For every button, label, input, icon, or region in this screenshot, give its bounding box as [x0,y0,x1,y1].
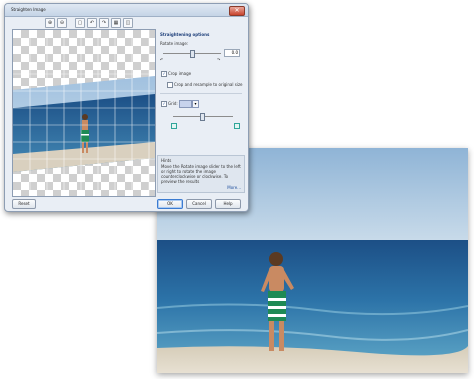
rotate-right-icon[interactable]: ↷ [99,18,109,28]
title-bar[interactable]: Straighten Image ✕ [5,4,248,17]
cancel-button[interactable]: Cancel [186,199,212,209]
rotate-image-label: Rotate image: [160,41,189,46]
fit-icon[interactable]: ▢ [75,18,85,28]
grid-size-slider-thumb[interactable] [200,113,205,121]
grid-color-swatch[interactable] [179,100,192,108]
toolbar: ⊕ ⊖ ▢ ↶ ↷ ▦ ◫ [45,18,133,28]
compare-icon[interactable]: ◫ [123,18,133,28]
zoom-out-icon[interactable]: ⊖ [57,18,67,28]
rotate-value-field[interactable]: 0.0 [224,49,240,57]
tilted-photo-preview [13,30,155,196]
reset-button[interactable]: Reset [12,199,36,209]
ok-button[interactable]: OK [157,199,183,209]
crop-image-label: Crop image [168,71,192,76]
chevron-down-icon: ▾ [194,101,197,106]
rotate-ccw-icon: ↶ [160,57,164,62]
help-button[interactable]: Help [215,199,241,209]
grid-color-dropdown[interactable]: ▾ [192,100,199,108]
close-button[interactable]: ✕ [229,6,245,16]
straighten-image-dialog: Straighten Image ✕ ⊕ ⊖ ▢ ↶ ↷ ▦ ◫ Straigh… [4,3,249,212]
rotate-cw-icon: ↷ [217,57,221,62]
hints-text: Move the Rotate image slider to the left… [161,164,241,184]
zoom-in-icon[interactable]: ⊕ [45,18,55,28]
crop-resample-label: Crop and resample to original size [174,82,243,87]
crop-image-checkbox[interactable]: ✓ [161,71,167,77]
grid-small-icon [171,123,177,129]
image-preview[interactable] [12,29,156,197]
dialog-title: Straighten Image [11,7,46,12]
hints-more-link[interactable]: More... [227,185,241,190]
grid-large-icon [234,123,240,129]
close-icon: ✕ [234,7,240,14]
rotate-slider-thumb[interactable] [190,50,195,58]
straightening-options-panel: Straightening options Rotate image: 0.0 … [157,29,243,153]
grid-label: Grid: [168,101,178,106]
options-title: Straightening options [160,32,210,37]
crop-resample-checkbox[interactable] [167,82,173,88]
hints-title: Hints [161,158,172,163]
grid-checkbox[interactable]: ✓ [161,101,167,107]
hints-panel: Hints Move the Rotate image slider to th… [157,155,245,193]
grid-icon[interactable]: ▦ [111,18,121,28]
options-divider [160,93,242,94]
rotate-left-icon[interactable]: ↶ [87,18,97,28]
